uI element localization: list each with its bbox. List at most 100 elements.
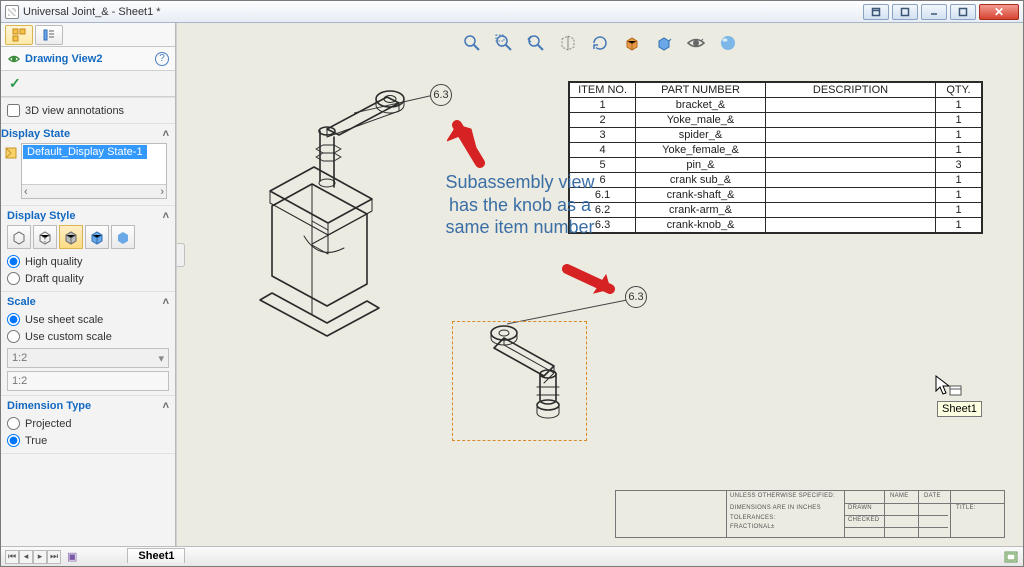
style-hidden-removed-icon[interactable]	[59, 225, 83, 249]
table-row[interactable]: 1bracket_&1	[570, 98, 982, 113]
red-arrow-icon	[447, 115, 487, 173]
bom-header-qty: QTY.	[936, 83, 982, 98]
section-dimension-type: Dimension Type˄ Projected True	[1, 396, 175, 454]
appearance-icon[interactable]	[716, 31, 740, 55]
bom-table[interactable]: ITEM NO. PART NUMBER DESCRIPTION QTY. 1b…	[568, 81, 983, 234]
table-row[interactable]: 6crank sub_&1	[570, 173, 982, 188]
radio-true[interactable]: True	[7, 432, 169, 449]
tb-text: CHECKED	[848, 517, 879, 523]
caret-icon: ˄	[163, 128, 169, 140]
scale-dropdown[interactable]: 1:2▾	[7, 348, 169, 368]
chevron-down-icon: ▾	[158, 352, 164, 365]
orientation-icon[interactable]	[620, 31, 644, 55]
radio-high-quality[interactable]: High quality	[7, 253, 169, 270]
panel-title: Drawing View2	[25, 53, 155, 65]
property-panel: Drawing View2 ? ✓ 3D view annotations Di…	[1, 23, 176, 566]
tb-text: DATE	[924, 493, 941, 499]
nav-first-button[interactable]: ⏮	[5, 550, 19, 564]
radio-custom-scale[interactable]: Use custom scale	[7, 328, 169, 345]
close-button[interactable]: ✕	[979, 4, 1019, 20]
view-icon	[7, 52, 21, 66]
nav-prev-button[interactable]: ◂	[19, 550, 33, 564]
style-shaded-icon[interactable]	[111, 225, 135, 249]
rotate-view-icon[interactable]	[588, 31, 612, 55]
style-hidden-visible-icon[interactable]	[33, 225, 57, 249]
section-display-state: Display State˄ Default_Display State-1 ‹…	[1, 124, 175, 206]
app-icon	[5, 5, 19, 19]
window-title: Universal Joint_& - Sheet1 *	[23, 6, 863, 18]
view-toolbar	[460, 31, 740, 55]
style-wireframe-icon[interactable]	[7, 225, 31, 249]
minimize-button[interactable]	[921, 4, 947, 20]
titlebar: Universal Joint_& - Sheet1 * ✕	[1, 1, 1023, 23]
section-3d-view: 3D view annotations	[1, 97, 175, 124]
zoom-prev-icon[interactable]	[524, 31, 548, 55]
zoom-fit-icon[interactable]	[460, 31, 484, 55]
nav-last-button[interactable]: ⏭	[47, 550, 61, 564]
workspace: Drawing View2 ? ✓ 3D view annotations Di…	[1, 23, 1023, 566]
hide-show-icon[interactable]	[684, 31, 708, 55]
win-aux2-button[interactable]	[892, 4, 918, 20]
win-aux1-button[interactable]	[863, 4, 889, 20]
table-row[interactable]: 5pin_&3	[570, 158, 982, 173]
tb-text: TOLERANCES:	[730, 515, 776, 521]
drawing-canvas[interactable]: ITEM NO. PART NUMBER DESCRIPTION QTY. 1b…	[176, 23, 1023, 566]
drawing-view-subassembly[interactable]	[462, 315, 592, 448]
section-display-style: Display Style˄ High quality Draft qualit…	[1, 206, 175, 292]
display-style-header[interactable]: Display Style˄	[7, 210, 169, 222]
caret-icon: ˄	[163, 210, 169, 222]
radio-sheet-scale[interactable]: Use sheet scale	[7, 311, 169, 328]
display-state-icon	[3, 145, 19, 161]
cb-3d-label: 3D view annotations	[25, 105, 124, 117]
dimension-header[interactable]: Dimension Type˄	[7, 400, 169, 412]
scale-header[interactable]: Scale˄	[7, 296, 169, 308]
statusbar: ⏮ ◂ ▸ ⏭ ▣ Sheet1	[1, 546, 1023, 566]
caret-icon: ˄	[163, 400, 169, 412]
cb-3d-view-annotations[interactable]: 3D view annotations	[7, 102, 169, 119]
tab-property[interactable]	[35, 25, 63, 45]
table-row[interactable]: 4Yoke_female_&1	[570, 143, 982, 158]
tb-text: UNLESS OTHERWISE SPECIFIED:	[730, 493, 835, 499]
balloon[interactable]: 6.3	[430, 84, 452, 106]
nav-next-button[interactable]: ▸	[33, 550, 47, 564]
window-buttons: ✕	[863, 4, 1019, 20]
title-block[interactable]: UNLESS OTHERWISE SPECIFIED: DIMENSIONS A…	[615, 490, 1005, 538]
panel-splitter[interactable]	[177, 243, 185, 267]
drawing-view-main[interactable]	[212, 71, 432, 344]
list-scrollbar[interactable]: ‹›	[22, 184, 166, 198]
balloon[interactable]: 6.3	[625, 286, 647, 308]
bom-header-part: PART NUMBER	[636, 83, 766, 98]
cursor-sheet-icon	[949, 385, 963, 397]
panel-tabstrip	[1, 23, 175, 47]
scale-value[interactable]: 1:2	[7, 371, 169, 391]
display-style-icon[interactable]	[652, 31, 676, 55]
display-state-header[interactable]: Display State˄	[1, 128, 169, 140]
table-row[interactable]: 6.2crank-arm_&1	[570, 203, 982, 218]
maximize-button[interactable]	[950, 4, 976, 20]
help-icon[interactable]: ?	[155, 52, 169, 66]
status-icon[interactable]	[1003, 549, 1019, 565]
style-shaded-edges-icon[interactable]	[85, 225, 109, 249]
sheet-icon: ▣	[67, 550, 77, 563]
tb-text: NAME	[890, 493, 909, 499]
sheet-nav: ⏮ ◂ ▸ ⏭	[5, 550, 61, 564]
bom-header-item: ITEM NO.	[570, 83, 636, 98]
radio-projected[interactable]: Projected	[7, 415, 169, 432]
table-row[interactable]: 6.1crank-shaft_&1	[570, 188, 982, 203]
section-scale: Scale˄ Use sheet scale Use custom scale …	[1, 292, 175, 396]
tab-feature-tree[interactable]	[5, 25, 33, 45]
annotation-text: Subassembly view has the knob as a same …	[435, 171, 605, 239]
display-state-list[interactable]: Default_Display State-1 ‹›	[21, 143, 167, 199]
radio-draft-quality[interactable]: Draft quality	[7, 270, 169, 287]
zoom-area-icon[interactable]	[492, 31, 516, 55]
sheet-tab[interactable]: Sheet1	[127, 548, 185, 563]
display-state-item[interactable]: Default_Display State-1	[23, 145, 147, 159]
section-view-icon[interactable]	[556, 31, 580, 55]
table-row[interactable]: 6.3crank-knob_&1	[570, 218, 982, 233]
tb-text: FRACTIONAL±	[730, 524, 775, 530]
table-row[interactable]: 3spider_&1	[570, 128, 982, 143]
tb-text: DRAWN	[848, 505, 872, 511]
table-row[interactable]: 2Yoke_male_&1	[570, 113, 982, 128]
confirm-button[interactable]: ✓	[1, 71, 175, 97]
tb-text: DIMENSIONS ARE IN INCHES	[730, 505, 821, 511]
